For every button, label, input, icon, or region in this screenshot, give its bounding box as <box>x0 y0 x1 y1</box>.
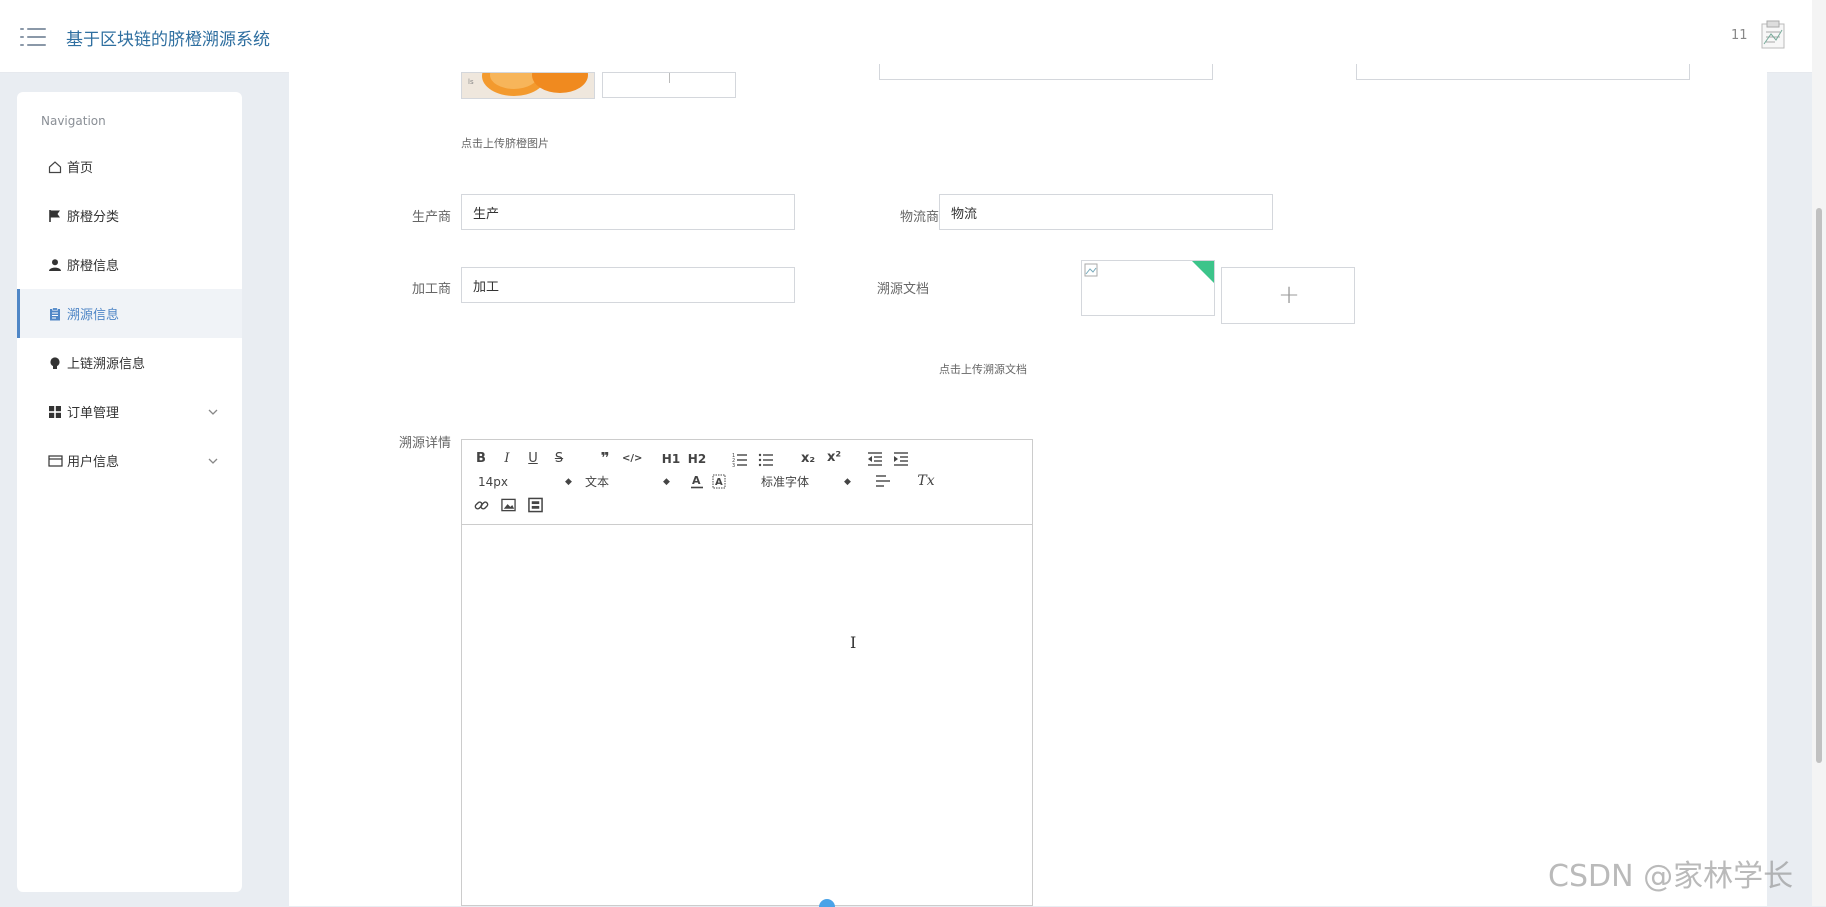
sidebar-item-label: 首页 <box>67 161 94 176</box>
subscript-button[interactable]: x₂ <box>799 451 817 467</box>
sidebar: Navigation 首页 脐橙分类 脐橙信息 溯源信息 上链溯源信息 订单管理… <box>17 92 242 892</box>
video-icon[interactable] <box>528 497 543 513</box>
nav-list: 首页 脐橙分类 脐橙信息 溯源信息 上链溯源信息 订单管理 用户信息 <box>17 142 242 485</box>
heading2-button[interactable]: H2 <box>687 451 707 467</box>
font-family-value: 标准字体 <box>761 475 810 489</box>
svg-text:ls: ls <box>468 78 474 86</box>
font-family-select[interactable]: 标准字体 ◆ <box>761 474 851 490</box>
rich-text-editor: B I U S ❞ </> H1 H2 1 2 3 x₂ x² 14px ◆ 文… <box>461 439 1033 907</box>
grid-icon <box>47 404 63 420</box>
chevron-down-icon <box>208 409 218 415</box>
chevron-down-icon <box>208 458 218 464</box>
heading-select-value: 文本 <box>585 475 610 489</box>
watermark: CSDN @家林学长 <box>1548 859 1794 894</box>
clipboard-icon <box>47 306 63 322</box>
main-content: ls 点击上传脐橙图片 生产商 物流商 加工商 溯源文档 + 点击上传溯源文档 … <box>289 64 1767 907</box>
logistics-label: 物流商 <box>899 210 939 225</box>
processor-label: 加工商 <box>411 282 451 297</box>
sidebar-item-label: 溯源信息 <box>67 308 120 323</box>
producer-label: 生产商 <box>411 210 451 225</box>
bold-button[interactable]: B <box>474 451 488 467</box>
processor-input[interactable] <box>461 267 795 303</box>
svg-text:A: A <box>692 474 701 487</box>
orange-photo-icon: ls <box>462 73 594 98</box>
ordered-list-icon[interactable]: 1 2 3 <box>732 451 748 467</box>
editor-content-area[interactable] <box>462 524 1032 905</box>
top-header: 基于区块链的脐橙溯源系统 11 <box>0 0 1812 73</box>
background-color-icon[interactable]: A <box>712 473 726 489</box>
align-icon[interactable] <box>875 473 891 489</box>
font-color-icon[interactable]: A <box>690 473 704 489</box>
indent-icon[interactable] <box>893 451 909 467</box>
sidebar-item-label: 订单管理 <box>67 406 120 421</box>
trace-doc-thumbnail[interactable] <box>1081 260 1215 316</box>
sidebar-item-label: 用户信息 <box>67 455 120 470</box>
top-field-left[interactable] <box>879 64 1213 80</box>
outdent-icon[interactable] <box>867 451 883 467</box>
trace-doc-label: 溯源文档 <box>876 282 929 297</box>
svg-text:3: 3 <box>732 463 735 467</box>
font-size-value: 14px <box>478 475 508 489</box>
sidebar-item-users[interactable]: 用户信息 <box>17 436 242 485</box>
clear-format-button[interactable]: Tx <box>917 473 935 489</box>
user-icon <box>47 257 63 273</box>
sidebar-item-chain-trace[interactable]: 上链溯源信息 <box>17 338 242 387</box>
app-title: 基于区块链的脐橙溯源系统 <box>66 30 270 50</box>
scrollbar-thumb[interactable] <box>1816 208 1822 763</box>
sidebar-item-trace-info[interactable]: 溯源信息 <box>17 289 242 338</box>
font-size-select[interactable]: 14px ◆ <box>478 474 572 490</box>
sidebar-item-home[interactable]: 首页 <box>17 142 242 191</box>
sidebar-item-label: 上链溯源信息 <box>67 357 146 372</box>
select-arrows-icon: ◆ <box>565 477 572 487</box>
broken-image-icon <box>1084 261 1214 283</box>
logistics-input[interactable] <box>939 194 1273 230</box>
flag-icon <box>47 208 63 224</box>
sidebar-item-orders[interactable]: 订单管理 <box>17 387 242 436</box>
home-icon <box>47 159 63 175</box>
orange-image-thumbnail[interactable]: ls <box>461 72 595 99</box>
orange-image-upload-button[interactable] <box>602 72 736 98</box>
select-arrows-icon: ◆ <box>844 477 851 487</box>
italic-button[interactable]: I <box>501 451 513 467</box>
plus-icon: + <box>1278 280 1300 310</box>
sidebar-item-orange-info[interactable]: 脐橙信息 <box>17 240 242 289</box>
heading1-button[interactable]: H1 <box>661 451 681 467</box>
bullet-list-icon[interactable] <box>758 451 774 467</box>
code-block-button[interactable]: </> <box>622 451 642 467</box>
svg-text:A: A <box>715 477 723 488</box>
nav-section-title: Navigation <box>41 114 106 128</box>
user-count: 11 <box>1731 28 1748 43</box>
top-field-right[interactable] <box>1356 64 1690 80</box>
producer-input[interactable] <box>461 194 795 230</box>
text-cursor-icon: I <box>850 633 857 652</box>
avatar[interactable] <box>1760 20 1786 50</box>
strike-button[interactable]: S <box>552 451 566 467</box>
blockquote-button[interactable]: ❞ <box>597 450 613 466</box>
sidebar-item-label: 脐橙分类 <box>67 210 120 225</box>
select-arrows-icon: ◆ <box>663 477 670 487</box>
detail-label: 溯源详情 <box>398 436 451 451</box>
trace-doc-hint: 点击上传溯源文档 <box>939 363 1027 376</box>
trace-doc-upload-button[interactable]: + <box>1221 267 1355 324</box>
link-icon[interactable] <box>474 497 489 513</box>
bulb-icon <box>47 355 63 371</box>
underline-button[interactable]: U <box>526 451 540 467</box>
menu-toggle-icon[interactable] <box>20 26 46 48</box>
sidebar-item-label: 脐橙信息 <box>67 259 120 274</box>
card-icon <box>47 453 63 469</box>
heading-select[interactable]: 文本 ◆ <box>585 474 670 490</box>
image-upload-hint: 点击上传脐橙图片 <box>461 137 549 150</box>
editor-toolbar: B I U S ❞ </> H1 H2 1 2 3 x₂ x² 14px ◆ 文… <box>462 440 1032 525</box>
sidebar-item-category[interactable]: 脐橙分类 <box>17 191 242 240</box>
superscript-button[interactable]: x² <box>825 450 843 466</box>
image-icon[interactable] <box>501 497 516 513</box>
